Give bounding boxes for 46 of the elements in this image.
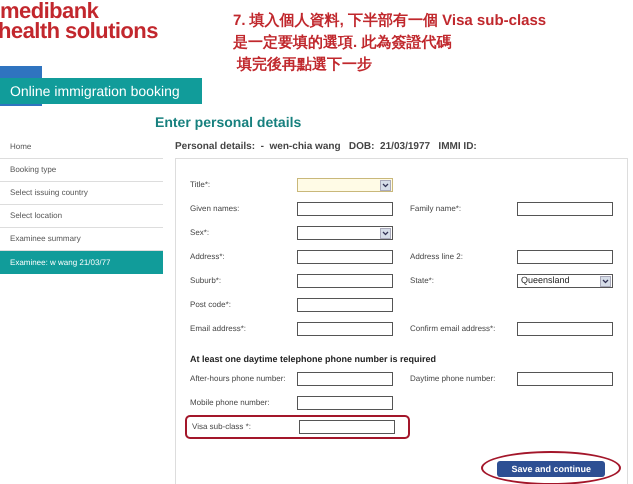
phone-heading: At least one daytime telephone phone number is required xyxy=(190,353,438,366)
input-field[interactable] xyxy=(297,322,393,336)
input-field[interactable] xyxy=(297,396,393,410)
field-label: Given names: xyxy=(190,203,240,215)
personal-details-summary: Personal details: - wen-chia wang DOB: 21/03/1977 IMMI ID: xyxy=(175,140,478,154)
sidebar-item[interactable]: Select location xyxy=(0,205,163,228)
field-label: Suburb*: xyxy=(190,275,222,287)
caret-icon xyxy=(380,180,391,190)
field-label: Sex*: xyxy=(190,227,210,239)
caret-icon xyxy=(600,276,611,286)
input-field[interactable] xyxy=(297,372,393,386)
field-label: Family name*: xyxy=(410,203,462,215)
caret-icon xyxy=(380,228,391,238)
dropdown-field[interactable] xyxy=(297,178,393,192)
input-field[interactable] xyxy=(297,298,393,312)
field-label: Post code*: xyxy=(190,299,232,311)
page-title: Enter personal details xyxy=(155,113,302,132)
field-label: Address*: xyxy=(190,251,226,263)
input-field[interactable] xyxy=(517,250,613,264)
sidebar-item[interactable]: Select issuing country xyxy=(0,182,163,205)
save-and-continue-button[interactable]: Save and continue xyxy=(497,461,605,478)
input-field[interactable] xyxy=(299,420,395,434)
field-label: Daytime phone number: xyxy=(410,372,496,384)
input-field[interactable] xyxy=(297,274,393,288)
field-label: Mobile phone number: xyxy=(190,396,271,408)
input-field[interactable] xyxy=(297,250,393,264)
input-field[interactable] xyxy=(517,202,613,216)
input-field[interactable] xyxy=(517,322,613,336)
field-label: State*: xyxy=(410,275,436,287)
field-label: After-hours phone number: xyxy=(190,372,287,384)
annotation-text: 是一定要填的選項. 此為簽證代碼 xyxy=(233,33,452,53)
dropdown-field[interactable] xyxy=(297,226,393,240)
brand-logo: medibank xyxy=(0,1,99,21)
sidebar-item[interactable]: Home xyxy=(0,136,163,159)
field-label: Confirm email address*: xyxy=(410,323,496,335)
input-field[interactable] xyxy=(297,202,393,216)
field-label: Visa sub-class *: xyxy=(192,420,252,432)
dropdown-field[interactable]: Queensland xyxy=(517,274,613,288)
banner-bar: Online immigration booking xyxy=(0,78,202,104)
annotation-text: 7. 填入個人資料, 下半部有一個 Visa sub-class xyxy=(233,11,546,31)
field-label: Address line 2: xyxy=(410,251,464,263)
annotation-text: 填完後再點選下一步 xyxy=(236,55,373,75)
field-label: Title*: xyxy=(190,179,212,191)
sidebar-item[interactable]: Booking type xyxy=(0,159,163,182)
field-label: Email address*: xyxy=(190,323,248,335)
input-field[interactable] xyxy=(517,372,613,386)
